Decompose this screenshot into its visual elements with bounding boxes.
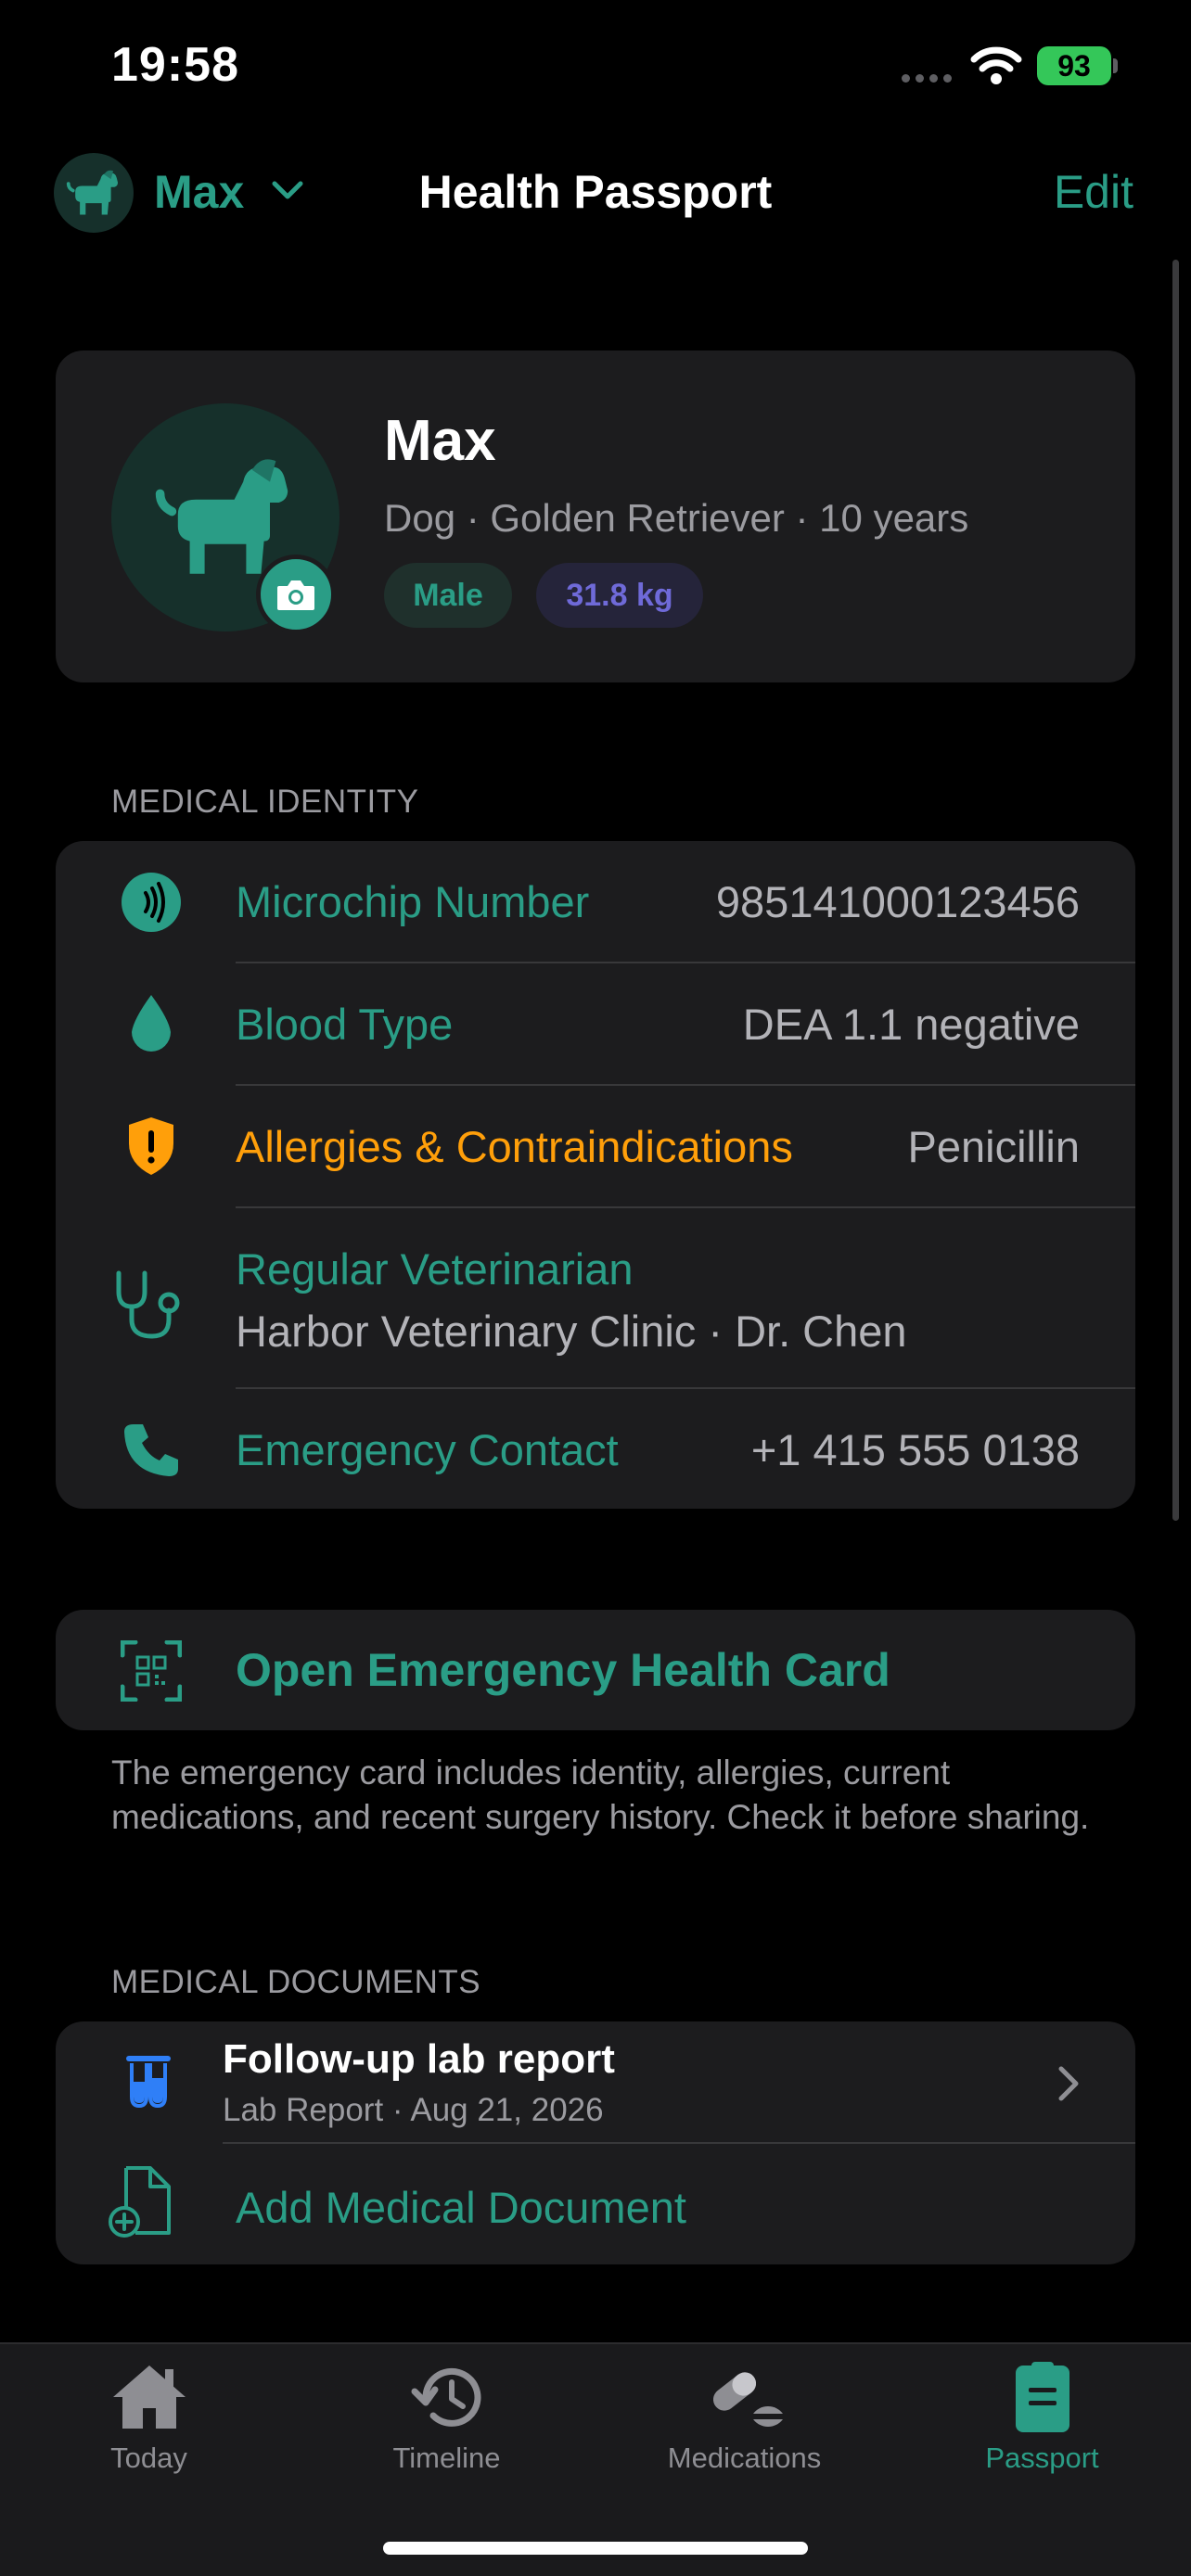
- blood-type-row-icon: [111, 987, 191, 1061]
- change-photo-button[interactable]: [256, 555, 336, 634]
- allergies-label: Allergies & Contraindications: [236, 1122, 793, 1171]
- divider: [223, 2142, 1135, 2144]
- warning-shield-icon: [129, 1117, 173, 1175]
- passport-icon: [1015, 2362, 1069, 2432]
- house-icon: [112, 2366, 186, 2429]
- divider: [236, 1387, 1135, 1389]
- test-tubes-icon: [126, 2056, 171, 2109]
- divider: [236, 1206, 1135, 1208]
- medical-identity-header: MEDICAL IDENTITY: [111, 784, 419, 820]
- cellular-signal-icon: [902, 74, 952, 83]
- divider: [236, 1084, 1135, 1086]
- battery-level: 93: [1057, 48, 1091, 83]
- blood-type-label: Blood Type: [236, 1000, 454, 1049]
- edit-button[interactable]: Edit: [1054, 165, 1133, 219]
- add-document-button[interactable]: Add Medical Document: [236, 2182, 686, 2233]
- microchip-value[interactable]: 985141000123456: [716, 876, 1080, 927]
- phone-icon: [124, 1424, 178, 1476]
- tab-label: Timeline: [392, 2442, 501, 2474]
- tab-today[interactable]: Today: [0, 2360, 298, 2475]
- sex-badge: Male: [384, 563, 512, 628]
- microchip-label: Microchip Number: [236, 877, 590, 926]
- document-subtitle: Lab Report · Aug 21, 2026: [223, 2092, 604, 2128]
- microchip-row-icon: [111, 865, 191, 939]
- emergency-card-note: The emergency card includes identity, al…: [111, 1753, 1090, 1836]
- battery-indicator: 93: [1037, 46, 1111, 85]
- blood-drop-icon: [132, 995, 171, 1052]
- emergency-contact-label: Emergency Contact: [236, 1425, 619, 1474]
- microchip-icon: [122, 873, 181, 932]
- add-document-icon: [109, 2166, 171, 2238]
- document-title[interactable]: Follow-up lab report: [223, 2036, 615, 2083]
- tab-passport[interactable]: Passport: [893, 2360, 1191, 2475]
- add-document-row-icon: [108, 2164, 178, 2243]
- allergies-row-icon: [111, 1109, 191, 1183]
- veterinarian-row-icon: [111, 1263, 191, 1346]
- tab-label: Medications: [667, 2442, 822, 2474]
- battery-cap: [1113, 58, 1118, 73]
- pet-name: Max: [384, 409, 496, 473]
- wifi-icon: [970, 46, 1022, 84]
- emergency-contact-value[interactable]: +1 415 555 0138: [751, 1424, 1080, 1475]
- history-icon: [411, 2367, 480, 2427]
- veterinarian-value[interactable]: Harbor Veterinary Clinic · Dr. Chen: [236, 1306, 907, 1357]
- divider: [236, 962, 1135, 963]
- blood-type-value[interactable]: DEA 1.1 negative: [743, 999, 1080, 1050]
- emergency-card-label[interactable]: Open Emergency Health Card: [236, 1643, 890, 1697]
- tab-timeline[interactable]: Timeline: [298, 2360, 596, 2475]
- allergies-value[interactable]: Penicillin: [908, 1121, 1080, 1172]
- qr-row-icon: [111, 1634, 191, 1708]
- medical-identity-list: [56, 841, 1135, 1509]
- weight-badge: 31.8 kg: [536, 563, 703, 628]
- qr-code-icon: [121, 1640, 182, 1702]
- tab-label: Today: [110, 2442, 187, 2474]
- status-time: 19:58: [111, 38, 239, 92]
- tab-medications[interactable]: Medications: [596, 2360, 893, 2475]
- tab-label: Passport: [985, 2442, 1099, 2474]
- scrollbar[interactable]: [1172, 260, 1179, 1521]
- home-indicator: [383, 2542, 808, 2555]
- lab-report-row-icon: [121, 2054, 176, 2114]
- camera-icon: [277, 580, 314, 610]
- pet-description: Dog · Golden Retriever · 10 years: [384, 496, 969, 540]
- veterinarian-label: Regular Veterinarian: [236, 1244, 634, 1294]
- emergency-contact-row-icon: [111, 1412, 191, 1486]
- page-title: Health Passport: [418, 166, 773, 218]
- chevron-right-icon[interactable]: [1056, 2063, 1082, 2104]
- pills-icon: [712, 2372, 783, 2427]
- medical-documents-header: MEDICAL DOCUMENTS: [111, 1964, 481, 2000]
- stethoscope-icon: [116, 1270, 180, 1339]
